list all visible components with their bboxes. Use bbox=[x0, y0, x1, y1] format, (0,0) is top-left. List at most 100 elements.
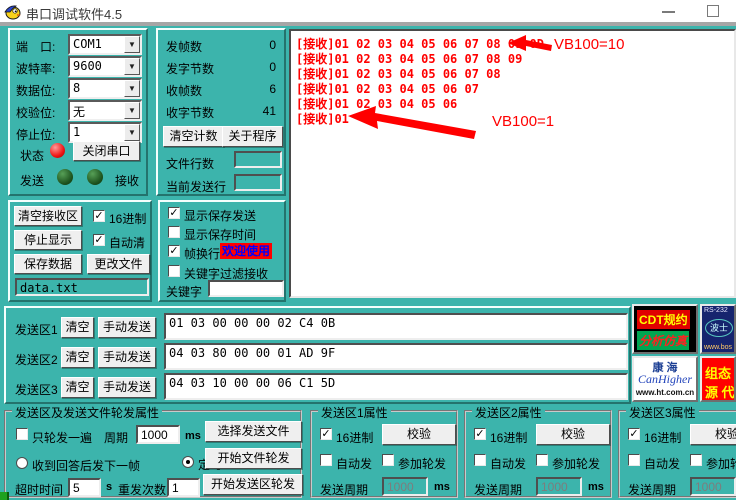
area3-period-input[interactable]: 1000 bbox=[690, 477, 736, 496]
autoclear-checkbox[interactable]: ✓ bbox=[93, 234, 105, 246]
rs232-logo-title: RS-232 bbox=[704, 307, 728, 314]
area2-period-input[interactable]: 1000 bbox=[536, 477, 582, 496]
receive-display[interactable]: [接收]01 02 03 04 05 06 07 08 09 0D [接收]01… bbox=[289, 29, 736, 298]
baud-value: 9600 bbox=[73, 59, 102, 73]
keyword-input[interactable] bbox=[208, 280, 284, 297]
close-port-button[interactable]: 关闭串口 bbox=[73, 141, 140, 161]
area3-poll-checkbox[interactable] bbox=[690, 454, 702, 466]
area1-verify-button[interactable]: 校验 bbox=[382, 424, 456, 445]
kanghai-logo[interactable]: 康 海 CanHigher www.ht.com.cn bbox=[632, 356, 698, 402]
start-area-poll-button[interactable]: 开始发送区轮发 bbox=[203, 474, 303, 495]
period-unit: ms bbox=[185, 430, 201, 442]
counters-panel: 发帧数 0 发字节数 0 收帧数 6 收字节数 41 清空计数 关于程序 文件行… bbox=[156, 28, 286, 196]
area1-period-unit: ms bbox=[434, 481, 450, 493]
area2-poll-checkbox[interactable] bbox=[536, 454, 548, 466]
area2-auto-checkbox[interactable] bbox=[474, 454, 486, 466]
reply-radio[interactable] bbox=[16, 457, 28, 469]
cdt-logo-line2: 分析仿真 bbox=[637, 331, 689, 350]
timer-radio[interactable] bbox=[182, 456, 194, 468]
send-area2-manual-button[interactable]: 手动发送 bbox=[98, 347, 156, 368]
parity-select[interactable]: 无 ▼ bbox=[68, 100, 142, 121]
frame-newline-checkbox[interactable]: ✓ bbox=[168, 245, 180, 257]
area3-hex-label: 16进制 bbox=[644, 429, 681, 446]
send-area1-manual-button[interactable]: 手动发送 bbox=[98, 317, 156, 338]
start-file-poll-button[interactable]: 开始文件轮发 bbox=[205, 448, 302, 469]
filename-field[interactable]: data.txt bbox=[15, 278, 149, 296]
clear-receive-button[interactable]: 清空接收区 bbox=[14, 206, 82, 226]
send-area2-label: 发送区2 bbox=[15, 351, 58, 368]
area1-period-label: 发送周期 bbox=[320, 481, 368, 498]
send-area2-clear-button[interactable]: 清空 bbox=[61, 347, 94, 368]
app-window: 串口调试软件4.5 端 口: 波特率: 数据位: 校验位: 停止位: COM1 … bbox=[0, 0, 736, 500]
minimize-icon[interactable] bbox=[662, 11, 675, 13]
change-file-button[interactable]: 更改文件 bbox=[87, 254, 150, 274]
area2-properties-title: 发送区2属性 bbox=[472, 404, 545, 421]
send-area3-clear-button[interactable]: 清空 bbox=[61, 377, 94, 398]
send-area1-input[interactable]: 01 03 00 00 00 02 C4 0B bbox=[164, 313, 628, 340]
rs232-logo[interactable]: RS-232 波士 www.bos bbox=[700, 304, 736, 354]
chevron-down-icon[interactable]: ▼ bbox=[124, 58, 140, 75]
maximize-icon[interactable] bbox=[707, 5, 719, 17]
port-label: 端 口: bbox=[16, 38, 55, 55]
welcome-badge: 欢迎使用 bbox=[220, 243, 272, 259]
retry-input[interactable]: 1 bbox=[167, 478, 200, 497]
rx-frames-label: 收帧数 bbox=[166, 82, 202, 99]
kanghai-logo-url: www.ht.com.cn bbox=[634, 388, 696, 397]
area1-hex-checkbox[interactable]: ✓ bbox=[320, 428, 332, 440]
area1-properties-title: 发送区1属性 bbox=[318, 404, 391, 421]
port-select[interactable]: COM1 ▼ bbox=[68, 34, 142, 55]
current-send-line-field[interactable] bbox=[234, 174, 282, 191]
tx-frames-value: 0 bbox=[248, 38, 276, 52]
cdt-logo[interactable]: CDT规约 分析仿真 bbox=[632, 304, 698, 354]
zutai-logo[interactable]: 组态 源 代 bbox=[700, 356, 736, 402]
poll-properties-title: 发送区及发送文件轮发属性 bbox=[12, 404, 162, 421]
keyword-filter-checkbox[interactable] bbox=[168, 265, 180, 277]
app-icon bbox=[4, 3, 21, 20]
area1-auto-checkbox[interactable] bbox=[320, 454, 332, 466]
show-save-time-label: 显示保存时间 bbox=[184, 226, 256, 243]
hex-display-checkbox[interactable]: ✓ bbox=[93, 210, 105, 222]
file-lines-field[interactable] bbox=[234, 151, 282, 168]
receive-led-label: 接收 bbox=[115, 172, 139, 189]
area3-verify-button[interactable]: 校验 bbox=[690, 424, 736, 445]
databits-select[interactable]: 8 ▼ bbox=[68, 78, 142, 99]
area1-properties-group: 发送区1属性 ✓ 16进制 校验 自动发 参加轮发 发送周期 1000 ms bbox=[310, 410, 458, 498]
area1-poll-checkbox[interactable] bbox=[382, 454, 394, 466]
area2-hex-checkbox[interactable]: ✓ bbox=[474, 428, 486, 440]
annotation-vb100-10: VB100=10 bbox=[554, 36, 624, 53]
send-area2-input[interactable]: 04 03 80 00 00 01 AD 9F bbox=[164, 343, 628, 370]
chevron-down-icon[interactable]: ▼ bbox=[124, 124, 140, 141]
area3-auto-checkbox[interactable] bbox=[628, 454, 640, 466]
select-send-file-button[interactable]: 选择发送文件 bbox=[205, 421, 302, 442]
rx-frames-value: 6 bbox=[248, 82, 276, 96]
keyword-label: 关键字 bbox=[166, 283, 202, 300]
area1-period-input[interactable]: 1000 bbox=[382, 477, 428, 496]
save-data-button[interactable]: 保存数据 bbox=[14, 254, 82, 274]
rx-bytes-label: 收字节数 bbox=[166, 104, 214, 121]
area2-verify-button[interactable]: 校验 bbox=[536, 424, 610, 445]
stop-display-button[interactable]: 停止显示 bbox=[14, 230, 82, 250]
show-save-time-checkbox[interactable] bbox=[168, 226, 180, 238]
baud-select[interactable]: 9600 ▼ bbox=[68, 56, 142, 77]
period-input[interactable]: 1000 bbox=[136, 425, 180, 444]
send-area3-manual-button[interactable]: 手动发送 bbox=[98, 377, 156, 398]
show-save-send-checkbox[interactable]: ✓ bbox=[168, 207, 180, 219]
area2-properties-group: 发送区2属性 ✓ 16进制 校验 自动发 参加轮发 发送周期 1000 ms bbox=[464, 410, 612, 498]
about-button[interactable]: 关于程序 bbox=[222, 126, 283, 147]
clear-counters-button[interactable]: 清空计数 bbox=[163, 126, 224, 147]
chevron-down-icon[interactable]: ▼ bbox=[124, 36, 140, 53]
send-area1-label: 发送区1 bbox=[15, 321, 58, 338]
main-area: 端 口: 波特率: 数据位: 校验位: 停止位: COM1 ▼ 9600 ▼ 8… bbox=[0, 26, 736, 500]
timeout-input[interactable]: 5 bbox=[68, 478, 101, 497]
send-area1-clear-button[interactable]: 清空 bbox=[61, 317, 94, 338]
retry-label: 重发次数 bbox=[118, 481, 166, 498]
poll-once-checkbox[interactable] bbox=[16, 428, 28, 440]
stopbits-select[interactable]: 1 ▼ bbox=[68, 122, 142, 143]
send-area3-input[interactable]: 04 03 10 00 00 06 C1 5D bbox=[164, 373, 628, 400]
period-label: 周期 bbox=[104, 429, 128, 446]
receive-line: [接收]01 bbox=[296, 110, 349, 127]
databits-label: 数据位: bbox=[16, 82, 55, 99]
chevron-down-icon[interactable]: ▼ bbox=[124, 102, 140, 119]
chevron-down-icon[interactable]: ▼ bbox=[124, 80, 140, 97]
area3-hex-checkbox[interactable]: ✓ bbox=[628, 428, 640, 440]
